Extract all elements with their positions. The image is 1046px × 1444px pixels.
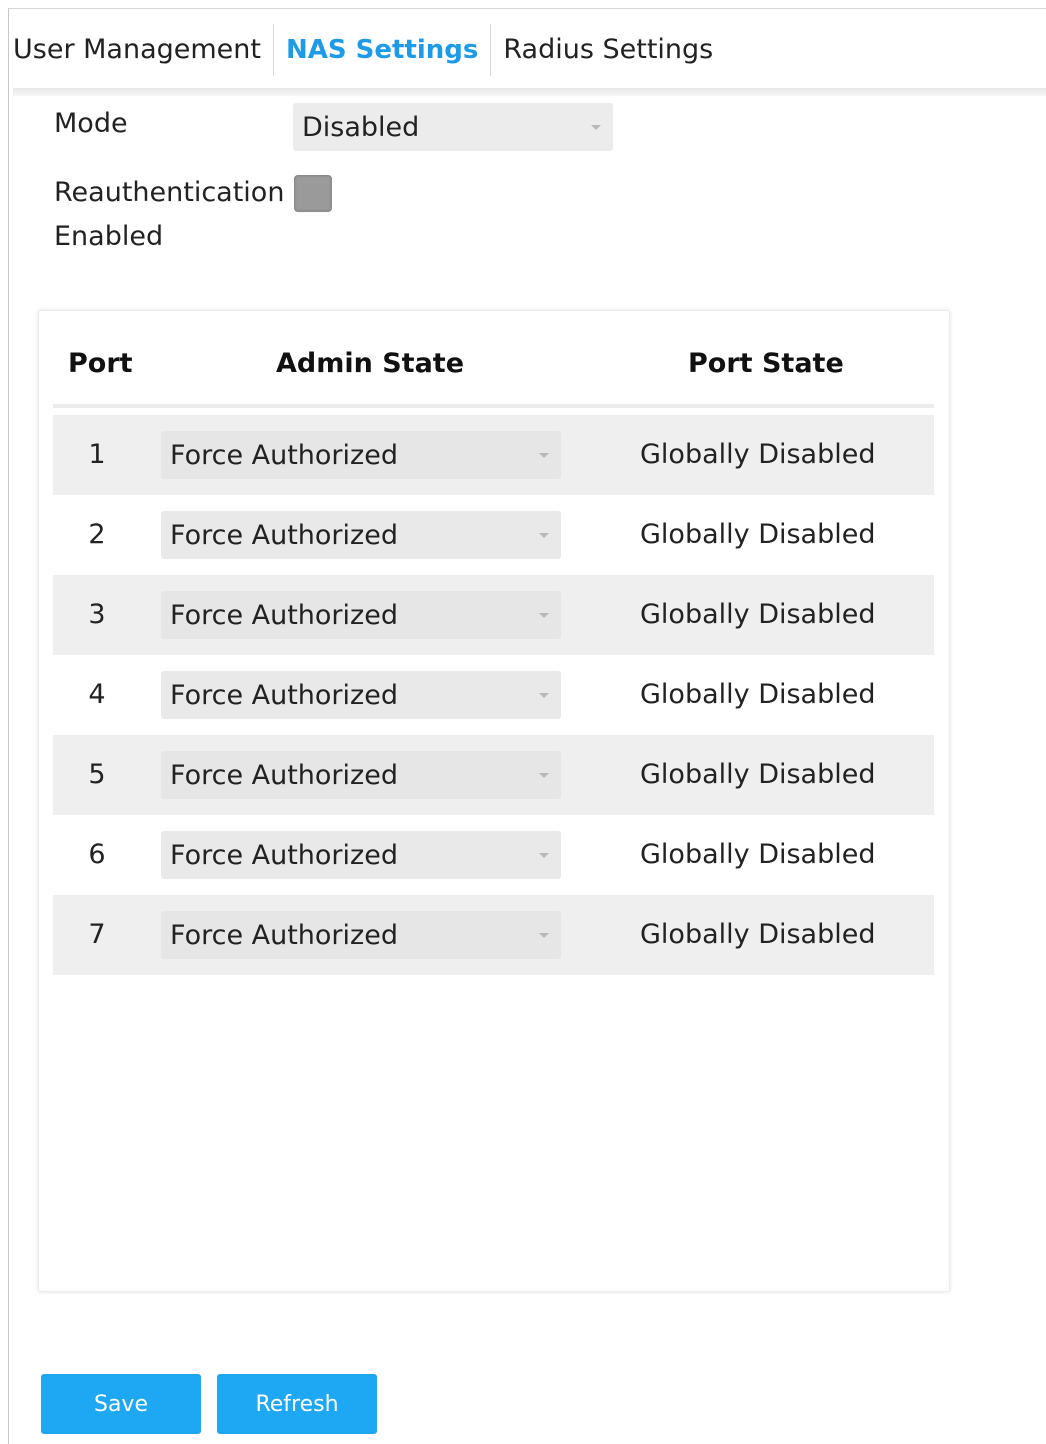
admin-state-value: Force Authorized bbox=[170, 919, 398, 951]
chevron-down-icon bbox=[539, 693, 549, 698]
chevron-down-icon bbox=[539, 933, 549, 938]
column-header-admin-state: Admin State bbox=[276, 348, 465, 379]
chevron-down-icon bbox=[539, 613, 549, 618]
admin-state-value: Force Authorized bbox=[170, 679, 398, 711]
table-row: 3 Force Authorized Globally Disabled bbox=[53, 575, 934, 655]
table-row: 6 Force Authorized Globally Disabled bbox=[53, 815, 934, 895]
port-state: Globally Disabled bbox=[640, 919, 876, 950]
refresh-button[interactable]: Refresh bbox=[217, 1374, 377, 1434]
port-state: Globally Disabled bbox=[640, 679, 876, 710]
tab-bar-underline bbox=[13, 88, 1046, 96]
admin-state-value: Force Authorized bbox=[170, 599, 398, 631]
admin-state-select[interactable]: Force Authorized bbox=[161, 751, 561, 799]
tab-user-management[interactable]: User Management bbox=[13, 24, 261, 76]
admin-state-select[interactable]: Force Authorized bbox=[161, 591, 561, 639]
admin-state-select[interactable]: Force Authorized bbox=[161, 431, 561, 479]
mode-select[interactable]: Disabled bbox=[293, 103, 613, 151]
admin-state-select[interactable]: Force Authorized bbox=[161, 671, 561, 719]
table-row: 2 Force Authorized Globally Disabled bbox=[53, 495, 934, 575]
port-state: Globally Disabled bbox=[640, 759, 876, 790]
port-state: Globally Disabled bbox=[640, 439, 876, 470]
column-header-port-state: Port State bbox=[688, 348, 844, 379]
table-row: 5 Force Authorized Globally Disabled bbox=[53, 735, 934, 815]
reauth-enabled-checkbox[interactable] bbox=[294, 175, 332, 212]
mode-label: Mode bbox=[54, 108, 128, 139]
admin-state-select[interactable]: Force Authorized bbox=[161, 911, 561, 959]
reauth-label-line2: Enabled bbox=[54, 221, 164, 252]
tab-divider bbox=[272, 24, 274, 76]
admin-state-select[interactable]: Force Authorized bbox=[161, 831, 561, 879]
admin-state-select[interactable]: Force Authorized bbox=[161, 511, 561, 559]
chevron-down-icon bbox=[539, 853, 549, 858]
chevron-down-icon bbox=[539, 533, 549, 538]
chevron-down-icon bbox=[539, 453, 549, 458]
chevron-down-icon bbox=[539, 773, 549, 778]
port-state: Globally Disabled bbox=[640, 839, 876, 870]
table-header-divider bbox=[53, 404, 934, 408]
chevron-down-icon bbox=[591, 125, 601, 130]
tab-bar: User Management NAS Settings Radius Sett… bbox=[13, 24, 713, 76]
admin-state-value: Force Authorized bbox=[170, 839, 398, 871]
table-row: 7 Force Authorized Globally Disabled bbox=[53, 895, 934, 975]
admin-state-value: Force Authorized bbox=[170, 519, 398, 551]
port-state: Globally Disabled bbox=[640, 519, 876, 550]
column-header-port: Port bbox=[68, 348, 133, 379]
save-button[interactable]: Save bbox=[41, 1374, 201, 1434]
tab-nas-settings[interactable]: NAS Settings bbox=[286, 24, 478, 76]
tab-radius-settings[interactable]: Radius Settings bbox=[503, 24, 713, 76]
mode-select-value: Disabled bbox=[302, 111, 420, 143]
tab-divider bbox=[490, 24, 492, 76]
port-state: Globally Disabled bbox=[640, 599, 876, 630]
admin-state-value: Force Authorized bbox=[170, 759, 398, 791]
table-row: 4 Force Authorized Globally Disabled bbox=[53, 655, 934, 735]
admin-state-value: Force Authorized bbox=[170, 439, 398, 471]
table-row: 1 Force Authorized Globally Disabled bbox=[53, 415, 934, 495]
reauth-label-line1: Reauthentication bbox=[54, 177, 285, 208]
